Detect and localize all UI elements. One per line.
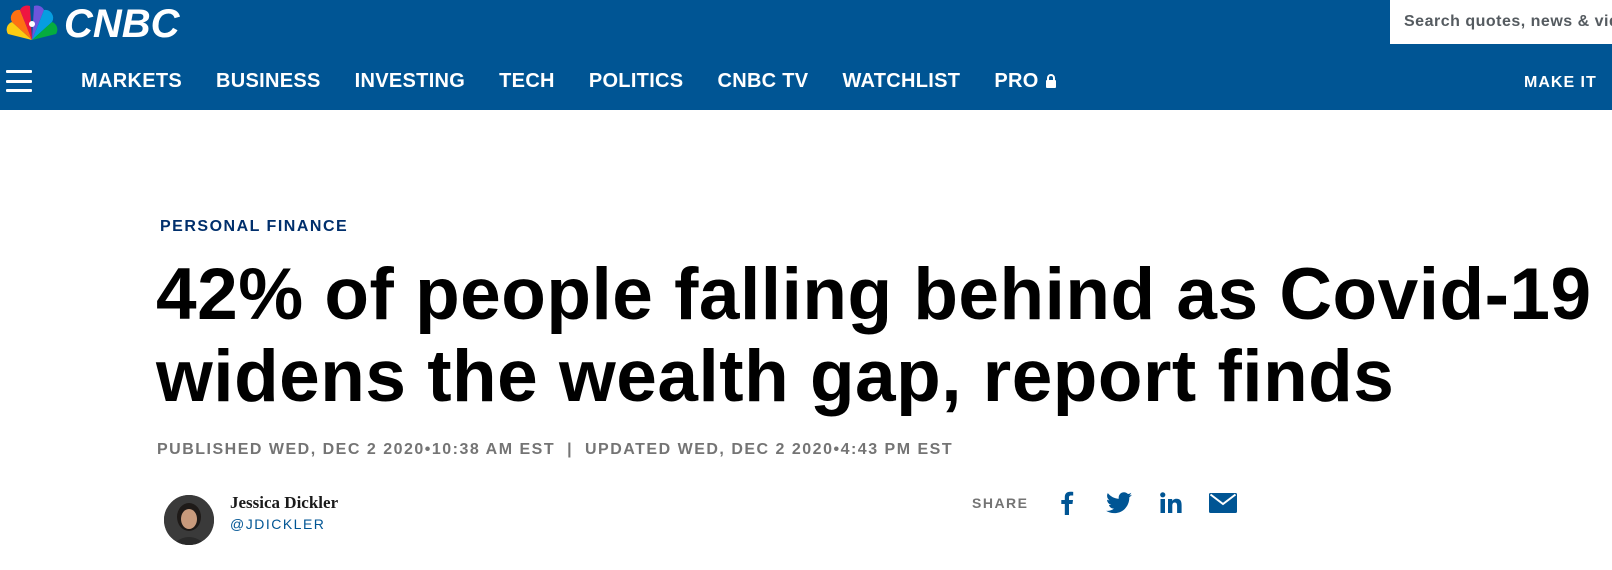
- logo-wordmark: CNBC: [64, 2, 180, 46]
- email-icon[interactable]: [1207, 488, 1239, 518]
- hamburger-icon[interactable]: [6, 70, 32, 92]
- share-bar: SHARE: [972, 488, 1259, 518]
- cnbc-logo[interactable]: CNBC: [4, 4, 180, 44]
- search-placeholder: Search quotes, news & videos: [1404, 13, 1612, 30]
- nav-item-investing[interactable]: INVESTING: [355, 70, 466, 93]
- published-time: PUBLISHED WED, DEC 2 2020•10:38 AM EST: [157, 441, 556, 458]
- nav-item-tech[interactable]: TECH: [499, 70, 555, 93]
- author-photo: [164, 495, 214, 545]
- share-label: SHARE: [972, 495, 1029, 511]
- nav-item-markets[interactable]: MARKETS: [81, 70, 182, 93]
- timestamp-separator: |: [567, 441, 574, 458]
- article-timestamps: PUBLISHED WED, DEC 2 2020•10:38 AM EST |…: [157, 441, 953, 459]
- nav-item-pro-label: PRO: [994, 69, 1039, 92]
- twitter-icon[interactable]: [1103, 488, 1135, 518]
- facebook-icon[interactable]: [1051, 488, 1083, 518]
- nav-item-watchlist[interactable]: WATCHLIST: [842, 70, 960, 93]
- author-avatar[interactable]: [164, 495, 214, 545]
- nav-item-make-it[interactable]: MAKE IT: [1524, 74, 1597, 92]
- main-nav: MARKETS BUSINESS INVESTING TECH POLITICS…: [81, 64, 1091, 98]
- author-handle[interactable]: @JDICKLER: [230, 516, 325, 532]
- search-input[interactable]: Search quotes, news & videos: [1390, 0, 1612, 44]
- nav-item-politics[interactable]: POLITICS: [589, 70, 684, 93]
- lock-icon: [1045, 74, 1056, 88]
- nav-item-pro[interactable]: PRO: [994, 70, 1056, 93]
- article-headline: 42% of people falling behind as Covid-19…: [156, 254, 1592, 417]
- section-label[interactable]: PERSONAL FINANCE: [160, 218, 348, 236]
- peacock-icon: [6, 5, 58, 40]
- nav-item-business[interactable]: BUSINESS: [216, 70, 321, 93]
- nav-item-cnbc-tv[interactable]: CNBC TV: [717, 70, 808, 93]
- site-header: CNBC Search quotes, news & videos MARKET…: [0, 0, 1612, 110]
- linkedin-icon[interactable]: [1155, 488, 1187, 518]
- updated-time: UPDATED WED, DEC 2 2020•4:43 PM EST: [585, 441, 954, 458]
- author-name[interactable]: Jessica Dickler: [230, 493, 338, 513]
